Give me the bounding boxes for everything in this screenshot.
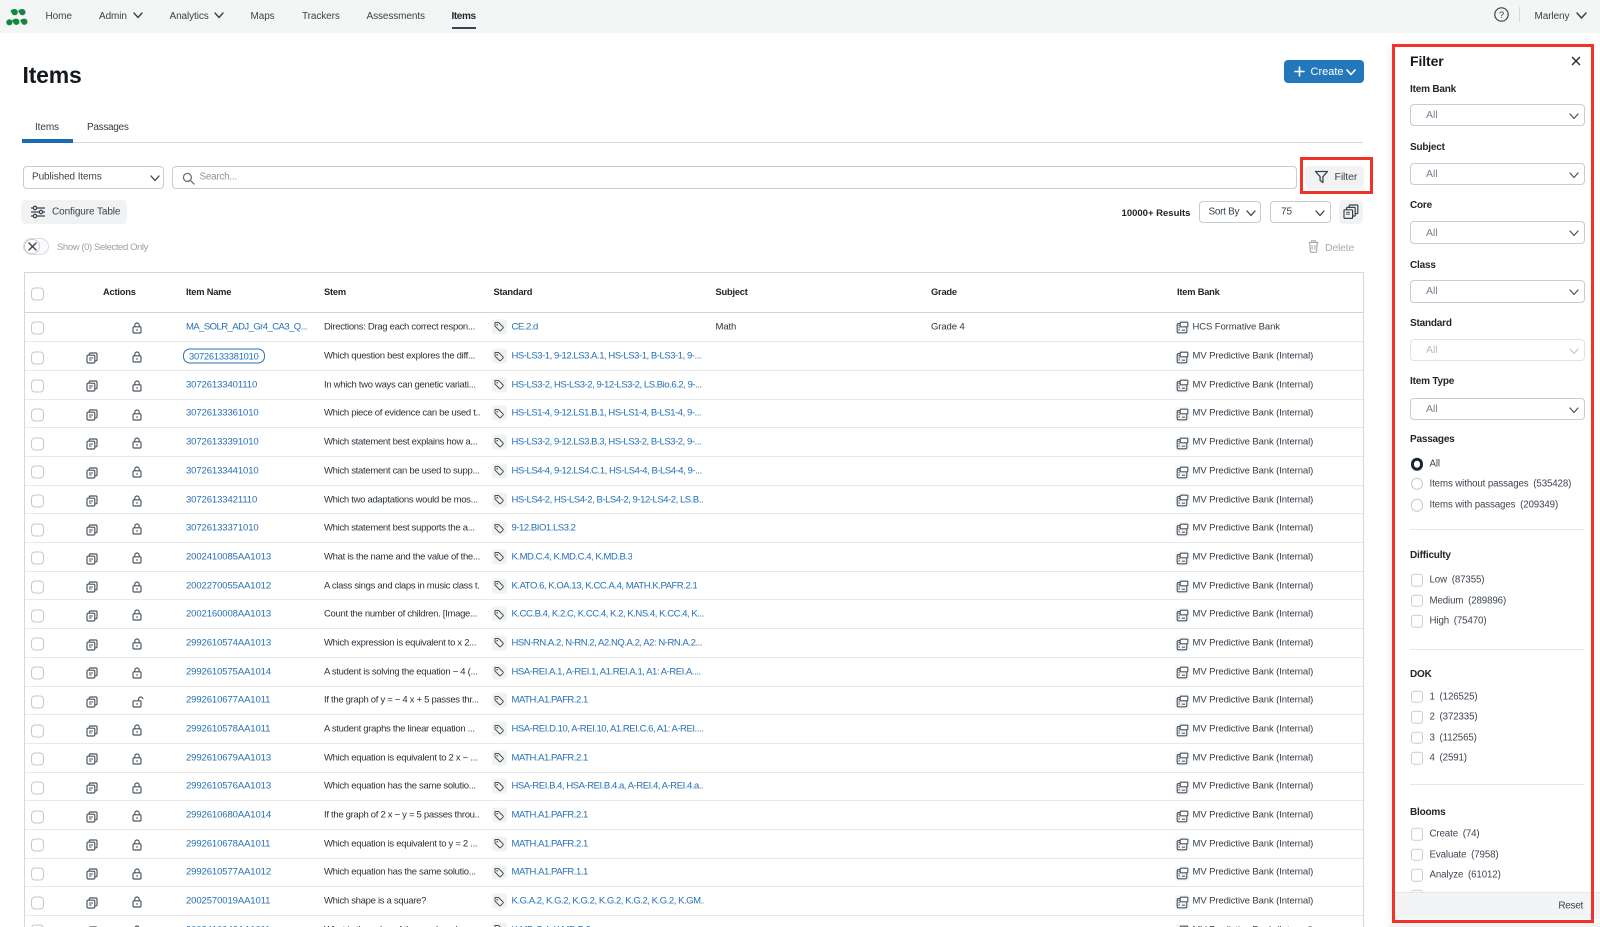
svg-text:?: ? <box>1499 9 1504 20</box>
